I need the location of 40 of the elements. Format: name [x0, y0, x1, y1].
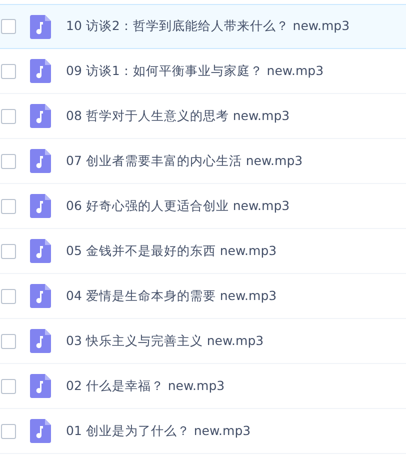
music-file-icon [30, 374, 51, 398]
music-file-icon [30, 284, 51, 308]
file-row[interactable]: 09 访谈1：如何平衡事业与家庭？ new.mp3 [0, 49, 406, 94]
checkbox[interactable] [1, 424, 16, 438]
checkbox[interactable] [1, 334, 16, 348]
file-name: 08 哲学对于人生意义的思考 new.mp3 [66, 106, 290, 125]
file-row[interactable]: 06 好奇心强的人更适合创业 new.mp3 [0, 184, 406, 229]
checkbox[interactable] [1, 288, 16, 304]
music-file-icon [30, 14, 51, 38]
file-row[interactable]: 02 什么是幸福？ new.mp3 [0, 364, 406, 409]
file-name: 01 创业是为了什么？ new.mp3 [66, 422, 251, 440]
file-row[interactable]: 03 快乐主义与完善主义 new.mp3 [0, 319, 406, 364]
checkbox[interactable] [1, 108, 16, 124]
checkbox[interactable] [1, 64, 16, 78]
checkbox[interactable] [1, 154, 16, 168]
music-file-icon [30, 329, 51, 353]
music-file-icon [30, 239, 51, 263]
file-row[interactable]: 05 金钱并不是最好的东西 new.mp3 [0, 229, 406, 274]
checkbox[interactable] [1, 198, 16, 214]
file-row[interactable]: 08 哲学对于人生意义的思考 new.mp3 [0, 94, 406, 139]
file-name: 09 访谈1：如何平衡事业与家庭？ new.mp3 [66, 62, 324, 80]
music-file-icon [30, 194, 51, 218]
music-file-icon [30, 419, 51, 443]
checkbox[interactable] [1, 244, 16, 258]
music-file-icon [30, 104, 51, 128]
file-row[interactable]: 07 创业者需要丰富的内心生活 new.mp3 [0, 139, 406, 184]
file-name: 10 访谈2：哲学到底能给人带来什么？ new.mp3 [66, 17, 350, 36]
file-row[interactable]: 10 访谈2：哲学到底能给人带来什么？ new.mp3 [0, 4, 406, 49]
checkbox[interactable] [1, 19, 16, 34]
file-name: 05 金钱并不是最好的东西 new.mp3 [66, 242, 277, 260]
music-file-icon [30, 59, 51, 83]
file-name: 02 什么是幸福？ new.mp3 [66, 376, 225, 395]
file-name: 04 爱情是生命本身的需要 new.mp3 [66, 286, 277, 305]
file-row[interactable]: 04 爱情是生命本身的需要 new.mp3 [0, 274, 406, 319]
checkbox[interactable] [1, 378, 16, 394]
file-row[interactable]: 01 创业是为了什么？ new.mp3 [0, 409, 406, 454]
file-name: 06 好奇心强的人更适合创业 new.mp3 [66, 196, 290, 215]
file-name: 07 创业者需要丰富的内心生活 new.mp3 [66, 152, 303, 170]
music-file-icon [30, 149, 51, 173]
file-name: 03 快乐主义与完善主义 new.mp3 [66, 332, 264, 350]
